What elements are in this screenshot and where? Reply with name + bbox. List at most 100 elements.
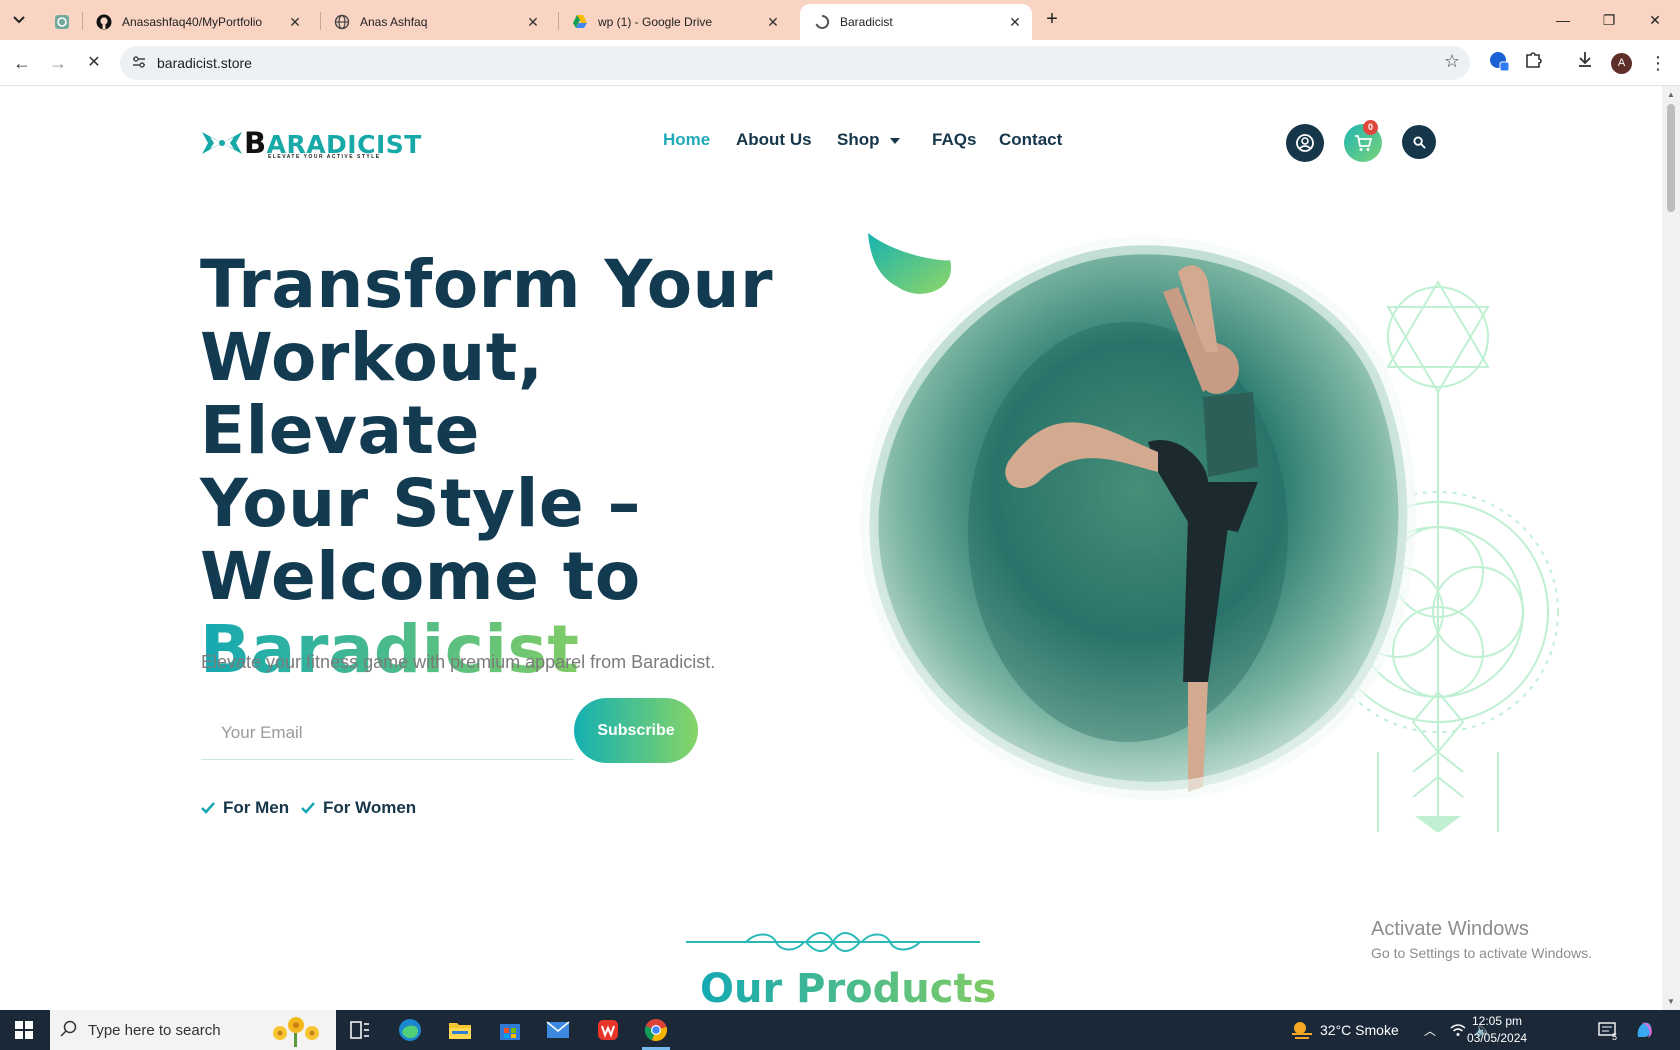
site-logo[interactable]: BARADICIST ELEVATE YOUR ACTIVE STYLE bbox=[200, 126, 421, 160]
copilot-extension-icon[interactable] bbox=[1486, 50, 1512, 76]
close-window-button[interactable]: ✕ bbox=[1632, 6, 1678, 34]
menu-kebab-icon[interactable]: ⋮ bbox=[1645, 50, 1671, 76]
minimize-button[interactable]: — bbox=[1540, 6, 1586, 34]
subscribe-button[interactable]: Subscribe bbox=[574, 698, 698, 763]
omnibox[interactable]: baradicist.store ☆ bbox=[120, 46, 1470, 80]
weather-widget[interactable]: 32°C Smoke bbox=[1290, 1010, 1399, 1050]
nav-contact[interactable]: Contact bbox=[999, 130, 1062, 150]
taskbar-search-placeholder: Type here to search bbox=[88, 1022, 221, 1039]
wings-logo-icon bbox=[202, 132, 242, 154]
nav-faqs[interactable]: FAQs bbox=[932, 130, 976, 150]
url-text[interactable]: baradicist.store bbox=[157, 55, 252, 71]
flowers-decoration-icon bbox=[273, 1017, 319, 1047]
edge-app-button[interactable] bbox=[390, 1014, 430, 1046]
hero-title-brand: Baradicist bbox=[200, 611, 580, 688]
check-for-men: For Men bbox=[201, 798, 289, 818]
github-icon bbox=[96, 14, 112, 30]
chrome-app-button[interactable] bbox=[636, 1014, 676, 1050]
tab-title: Anas Ashfaq bbox=[360, 15, 428, 29]
download-icon[interactable] bbox=[1572, 50, 1598, 76]
folder-icon bbox=[449, 1023, 471, 1039]
forward-button[interactable]: → bbox=[44, 49, 72, 77]
taskbar-search-box[interactable]: Type here to search bbox=[50, 1010, 336, 1050]
tab-title: Baradicist bbox=[840, 15, 893, 29]
watermark-subtext: Go to Settings to activate Windows. bbox=[1371, 945, 1592, 961]
check-for-women: For Women bbox=[301, 798, 416, 818]
back-button[interactable]: ← bbox=[8, 49, 36, 77]
tab-title: wp (1) - Google Drive bbox=[598, 15, 713, 29]
clock-date: 03/05/2024 bbox=[1467, 1031, 1528, 1045]
close-tab-icon[interactable]: ✕ bbox=[1006, 14, 1024, 31]
hero-title-line: Workout, Elevate bbox=[200, 319, 544, 469]
hero-title-line: Your Style – bbox=[200, 465, 642, 542]
tab-google-drive[interactable]: wp (1) - Google Drive ✕ bbox=[558, 4, 790, 40]
store-icon bbox=[500, 1024, 520, 1040]
chatgpt-icon bbox=[54, 14, 70, 30]
weather-haze-icon bbox=[1292, 1022, 1312, 1039]
address-toolbar: ← → ✕ baradicist.store ☆ A ⋮ bbox=[0, 40, 1680, 86]
user-circle-icon bbox=[1296, 134, 1314, 152]
caret-down-icon bbox=[889, 137, 900, 144]
copilot-taskbar-icon[interactable] bbox=[1634, 1010, 1656, 1050]
google-drive-icon bbox=[572, 14, 588, 30]
system-clock[interactable]: 12:05 pm 03/05/2024 bbox=[1467, 1013, 1527, 1047]
notification-count: 5 bbox=[1612, 1032, 1618, 1042]
profile-avatar[interactable]: A bbox=[1611, 53, 1632, 74]
close-tab-icon[interactable]: ✕ bbox=[764, 14, 782, 31]
hero-subtitle: Elevate your fitness game with premium a… bbox=[201, 652, 716, 672]
checkmark-icon bbox=[301, 802, 315, 814]
search-button[interactable] bbox=[1402, 125, 1436, 159]
section-title-our-products: Our Products bbox=[700, 966, 997, 1010]
nav-shop[interactable]: Shop bbox=[837, 130, 900, 150]
scroll-down-icon[interactable]: ▼ bbox=[1667, 997, 1675, 1006]
scrollbar-thumb[interactable] bbox=[1667, 104, 1675, 212]
tab-github[interactable]: Anasashfaq40/MyPortfolio ✕ bbox=[82, 4, 312, 40]
restore-button[interactable]: ❐ bbox=[1586, 6, 1632, 34]
ornamental-divider bbox=[686, 932, 980, 952]
stop-loading-button[interactable]: ✕ bbox=[80, 49, 108, 77]
edge-icon bbox=[399, 1019, 421, 1041]
start-button[interactable] bbox=[0, 1010, 48, 1050]
microsoft-store-button[interactable] bbox=[490, 1014, 530, 1046]
checkmark-icon bbox=[201, 802, 215, 814]
network-icon[interactable] bbox=[1450, 1010, 1466, 1050]
chrome-icon bbox=[644, 1019, 668, 1041]
nav-about-us[interactable]: About Us bbox=[736, 130, 812, 150]
scroll-up-icon[interactable]: ▲ bbox=[1667, 90, 1675, 99]
file-explorer-button[interactable] bbox=[440, 1014, 480, 1046]
wps-office-button[interactable] bbox=[588, 1014, 628, 1046]
nav-home[interactable]: Home bbox=[663, 130, 710, 150]
loading-icon bbox=[814, 14, 830, 30]
tab-search-button[interactable] bbox=[4, 6, 34, 34]
nav-shop-label: Shop bbox=[837, 130, 880, 149]
show-hidden-icons-chevron[interactable]: ︿ bbox=[1424, 1010, 1436, 1050]
task-view-icon bbox=[350, 1021, 369, 1039]
watermark-heading: Activate Windows bbox=[1371, 918, 1529, 940]
tab-chatgpt[interactable] bbox=[40, 4, 80, 40]
notifications-button[interactable]: 5 bbox=[1598, 1010, 1617, 1050]
wps-office-icon bbox=[598, 1020, 618, 1040]
search-icon bbox=[60, 1020, 77, 1037]
bookmark-star-icon[interactable]: ☆ bbox=[1444, 51, 1460, 72]
close-tab-icon[interactable]: ✕ bbox=[286, 14, 304, 31]
cart-icon bbox=[1355, 135, 1372, 151]
windows-logo-icon bbox=[15, 1021, 33, 1039]
search-icon bbox=[1412, 135, 1426, 149]
page-scrollbar[interactable]: ▲ ▼ bbox=[1662, 86, 1680, 1010]
mail-icon bbox=[546, 1021, 570, 1038]
tab-anas-ashfaq[interactable]: Anas Ashfaq ✕ bbox=[320, 4, 550, 40]
new-tab-button[interactable]: + bbox=[1040, 8, 1064, 32]
site-info-icon[interactable] bbox=[130, 54, 148, 72]
extensions-puzzle-icon[interactable] bbox=[1520, 50, 1546, 76]
windows-activation-watermark: Activate Windows Go to Settings to activ… bbox=[1371, 918, 1592, 961]
tab-baradicist[interactable]: Baradicist ✕ bbox=[800, 4, 1032, 40]
mail-app-button[interactable] bbox=[538, 1014, 578, 1046]
email-input[interactable] bbox=[201, 706, 574, 760]
windows-taskbar: Type here to search 32°C Smoke ︿ 🔈 12:05… bbox=[0, 1010, 1680, 1050]
account-button[interactable] bbox=[1286, 124, 1324, 162]
close-tab-icon[interactable]: ✕ bbox=[524, 14, 542, 31]
globe-icon bbox=[334, 14, 350, 30]
cart-count-badge: 0 bbox=[1363, 120, 1378, 135]
web-page: BARADICIST ELEVATE YOUR ACTIVE STYLE Hom… bbox=[0, 86, 1662, 1010]
task-view-button[interactable] bbox=[340, 1014, 380, 1046]
